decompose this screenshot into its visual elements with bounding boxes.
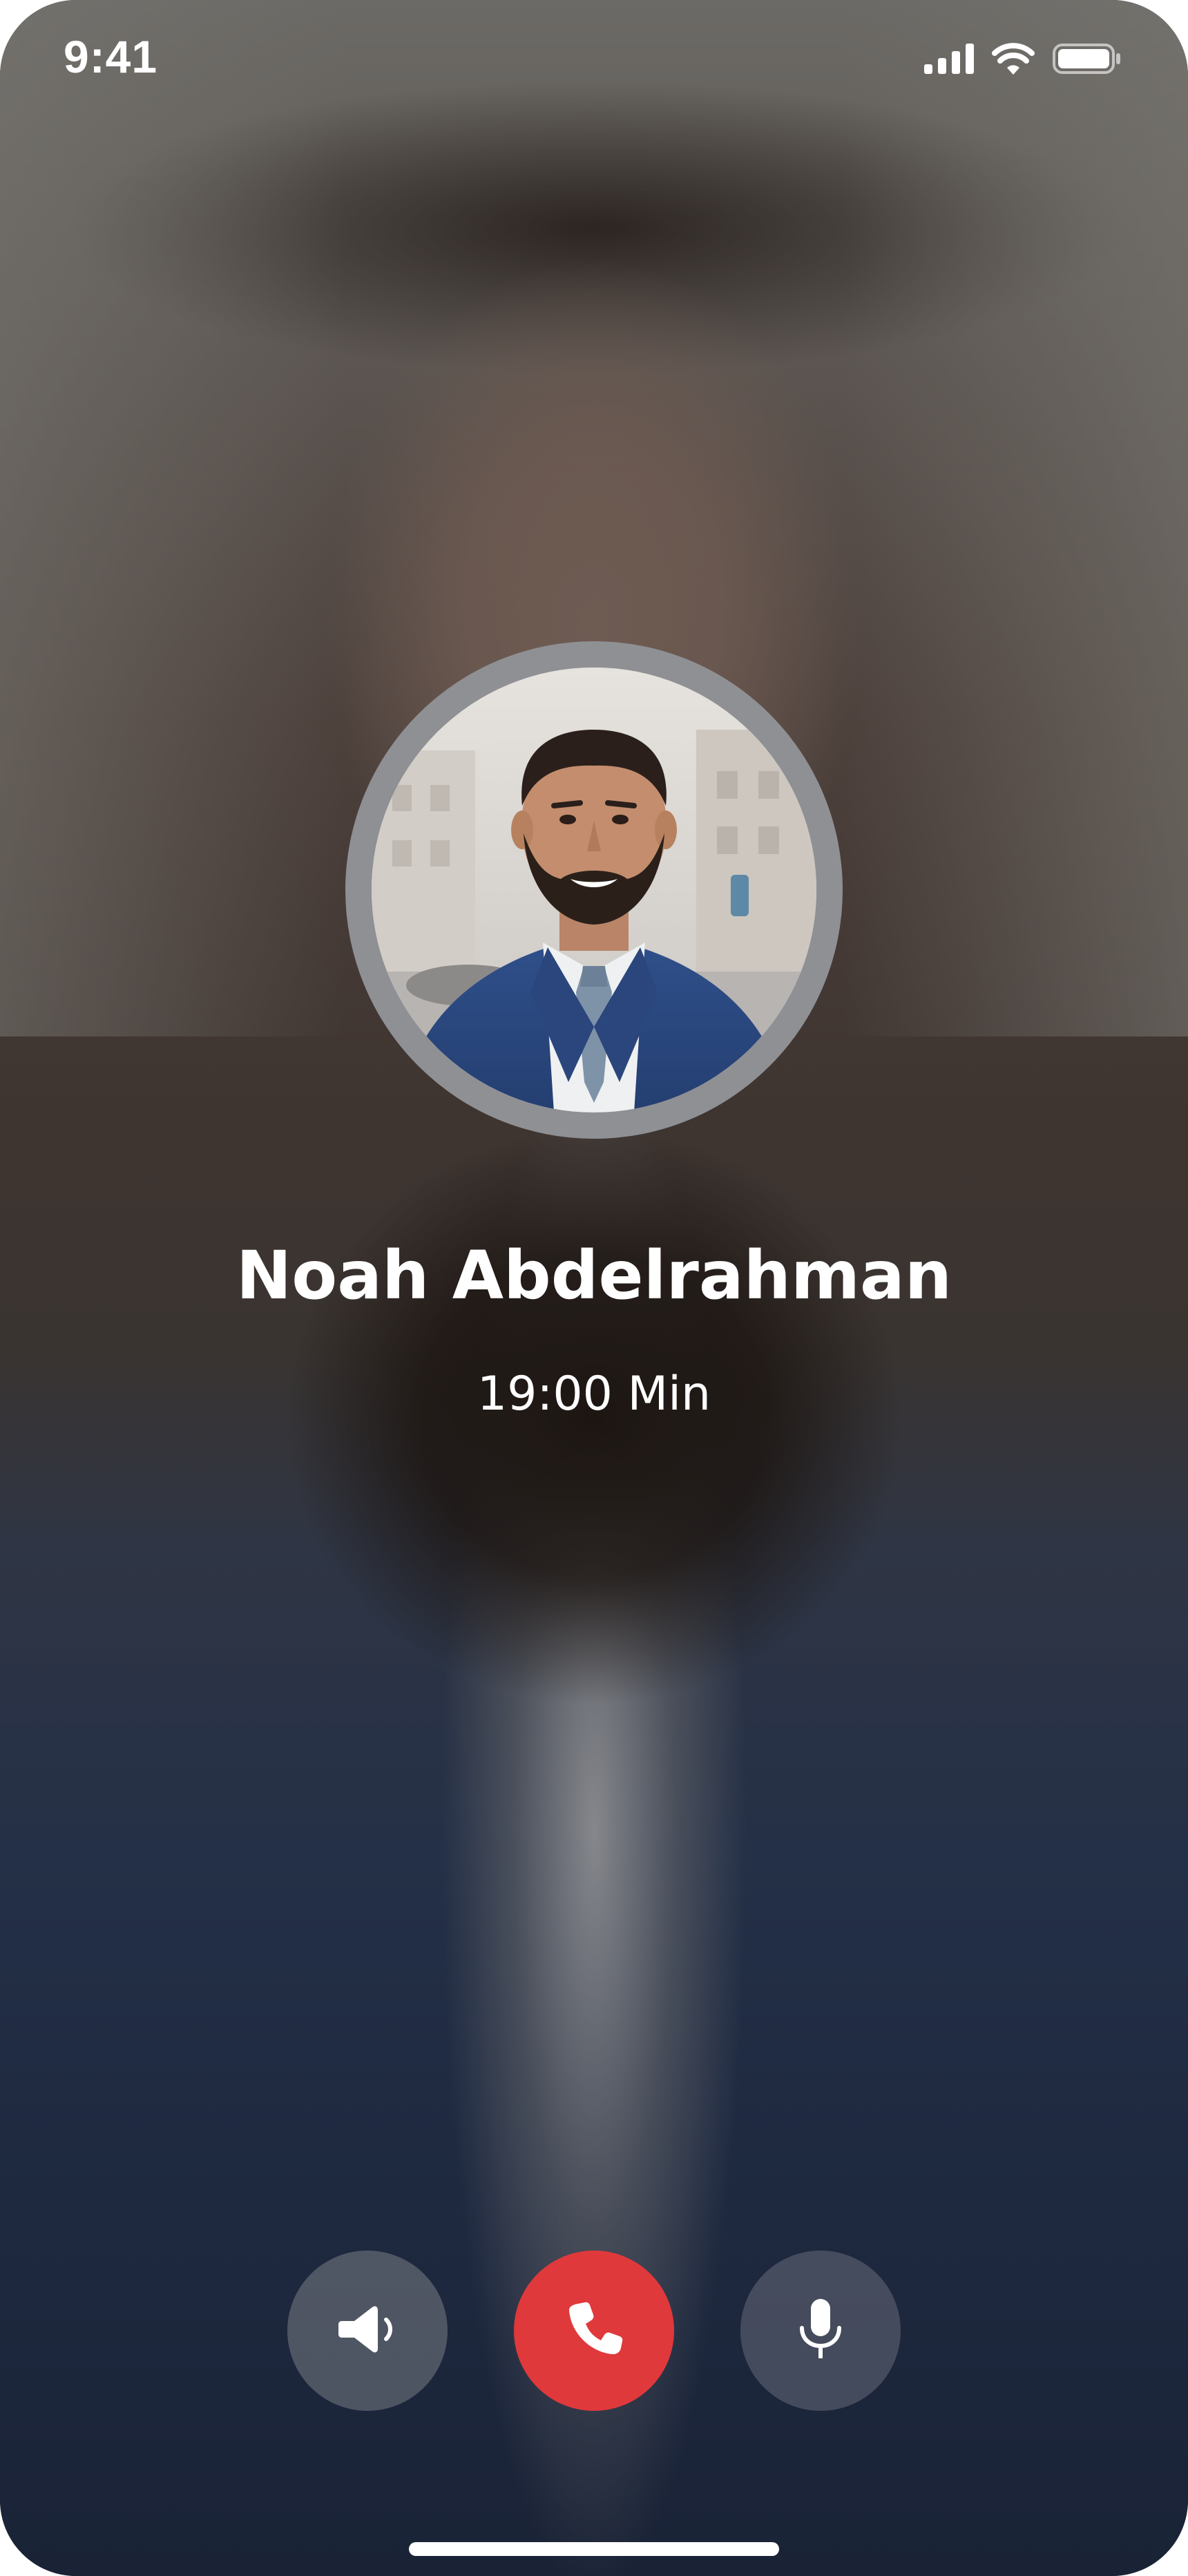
avatar-ring bbox=[345, 641, 843, 1139]
wifi-icon bbox=[992, 43, 1035, 78]
status-icons bbox=[924, 43, 1122, 78]
status-bar: 9:41 bbox=[0, 0, 1188, 117]
mute-button[interactable] bbox=[740, 2251, 901, 2411]
speaker-icon bbox=[336, 2302, 399, 2360]
battery-icon bbox=[1053, 43, 1122, 78]
call-duration: 19:00 Min bbox=[477, 1367, 711, 1421]
end-call-button[interactable] bbox=[514, 2251, 674, 2411]
cellular-signal-icon bbox=[924, 44, 974, 77]
caller-name: Noah Abdelrahman bbox=[236, 1237, 952, 1314]
caller-avatar bbox=[372, 667, 816, 1112]
caller-avatar-photo bbox=[372, 667, 816, 1112]
speaker-button[interactable] bbox=[287, 2251, 448, 2411]
phone-icon bbox=[563, 2298, 625, 2364]
home-indicator[interactable] bbox=[409, 2542, 779, 2556]
status-time: 9:41 bbox=[64, 31, 158, 82]
microphone-icon bbox=[796, 2298, 845, 2365]
call-screen: 9:41 Noah Abdelrahman 19:00 Min bbox=[0, 0, 1188, 2576]
call-controls bbox=[0, 2251, 1188, 2411]
